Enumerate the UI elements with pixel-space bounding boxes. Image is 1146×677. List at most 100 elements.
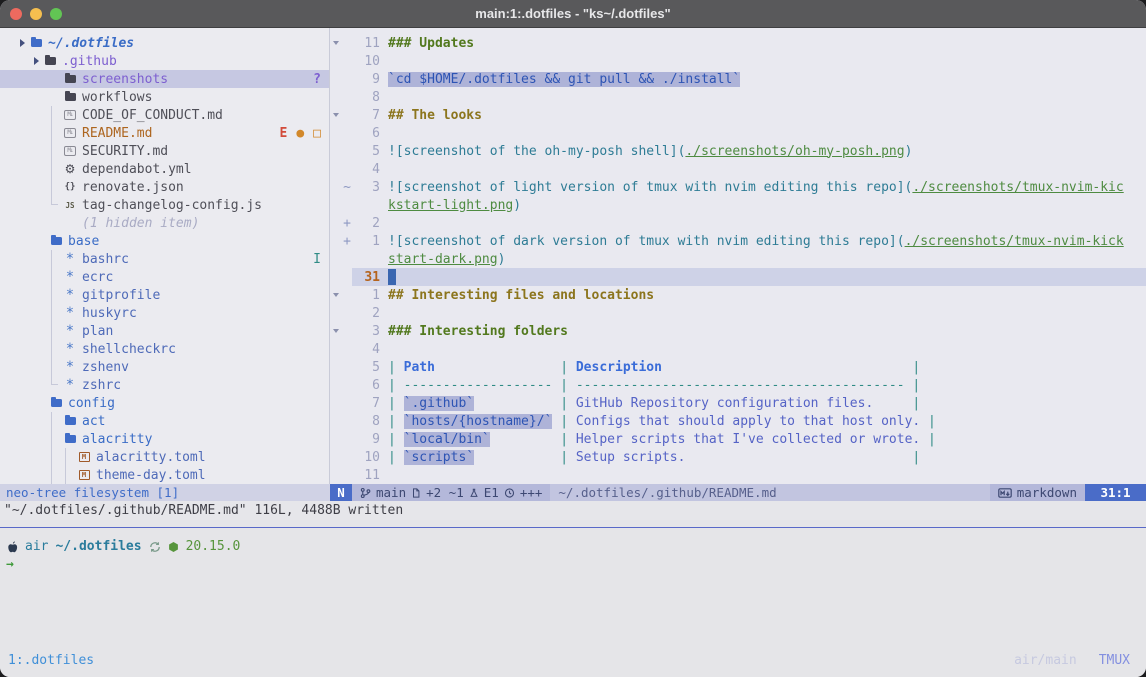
editor-line[interactable]: +2 (330, 214, 1146, 232)
tree-guide (51, 430, 52, 448)
fold-icon[interactable] (330, 293, 342, 297)
editor-line[interactable]: 1## Interesting files and locations (330, 286, 1146, 304)
tmux-badge: TMUX (1099, 653, 1130, 668)
tree-guide-corner (51, 376, 58, 385)
prompt-arrow: → (6, 557, 14, 572)
tree-item-1-hidden-item[interactable]: (1 hidden item) (0, 214, 329, 232)
editor-line[interactable]: 9`cd $HOME/.dotfiles && git pull && ./in… (330, 70, 1146, 88)
editor-line[interactable]: 11 (330, 466, 1146, 484)
editor-line[interactable]: 4 (330, 160, 1146, 178)
editor-line[interactable]: 8| `hosts/{hostname}/` | Configs that sh… (330, 412, 1146, 430)
editor-line[interactable]: 8 (330, 88, 1146, 106)
tree-item-label: .github (62, 54, 117, 69)
tree-item-base[interactable]: base (0, 232, 329, 250)
editor-line[interactable]: ~3![screenshot of light version of tmux … (330, 178, 1146, 196)
fold-icon[interactable] (330, 329, 342, 333)
line-number: 7 (352, 108, 380, 123)
tree-item-dotfiles[interactable]: ~/.dotfiles (0, 34, 329, 52)
tree-item-label: config (68, 396, 115, 411)
folder-icon (64, 75, 76, 83)
editor-pane[interactable]: 11### Updates 10 9`cd $HOME/.dotfiles &&… (330, 28, 1146, 484)
tree-item-config[interactable]: config (0, 394, 329, 412)
tree-item-screenshots[interactable]: screenshots? (0, 70, 329, 88)
git-sign (342, 144, 352, 159)
code-segment: | (490, 432, 576, 447)
git-sign (342, 108, 352, 123)
tree-item-label: (1 hidden item) (82, 216, 199, 231)
tmux-window-tab[interactable]: 1:.dotfiles (8, 653, 94, 668)
fold-icon[interactable] (330, 113, 342, 117)
editor-line[interactable]: 10 (330, 52, 1146, 70)
tree-item-github[interactable]: .github (0, 52, 329, 70)
tree-item-alacritty[interactable]: alacritty (0, 430, 329, 448)
git-sign: ~ (342, 180, 352, 195)
editor-line[interactable]: 6| ------------------- | ---------------… (330, 376, 1146, 394)
line-number: 4 (352, 342, 380, 357)
expander-icon[interactable] (20, 39, 30, 47)
editor-line[interactable]: start-dark.png) (330, 250, 1146, 268)
status-badges: I (313, 252, 321, 267)
tree-item-gitprofile[interactable]: *gitprofile (0, 286, 329, 304)
editor-line[interactable]: +1![screenshot of dark version of tmux w… (330, 232, 1146, 250)
statusline-git-section: main+2 ~1E1+++ (352, 484, 550, 501)
git-sign (342, 306, 352, 321)
line-number: 31 (352, 270, 380, 285)
editor-line[interactable]: 10| `scripts` | Setup scripts. | (330, 448, 1146, 466)
tree-item-alacritty-toml[interactable]: Malacritty.toml (0, 448, 329, 466)
expander-icon[interactable] (34, 57, 44, 65)
md-icon: M↓ (64, 110, 76, 120)
editor-line[interactable]: kstart-light.png) (330, 196, 1146, 214)
gear-icon: ⚙ (64, 162, 76, 176)
editor-line[interactable]: 2 (330, 304, 1146, 322)
tree-guide (51, 304, 52, 322)
tree-item-act[interactable]: act (0, 412, 329, 430)
editor-line[interactable]: 3### Interesting folders (330, 322, 1146, 340)
git-sign (342, 378, 352, 393)
braces-icon: {} (64, 182, 76, 192)
tree-item-plan[interactable]: *plan (0, 322, 329, 340)
line-number: 8 (352, 414, 380, 429)
tree-item-bashrc[interactable]: *bashrcI (0, 250, 329, 268)
tree-item-huskyrc[interactable]: *huskyrc (0, 304, 329, 322)
tree-item-shellcheckrc[interactable]: *shellcheckrc (0, 340, 329, 358)
tree-item-code-of-conduct-md[interactable]: M↓CODE_OF_CONDUCT.md (0, 106, 329, 124)
git-sign (342, 90, 352, 105)
editor-line[interactable]: 31 (330, 268, 1146, 286)
editor-line[interactable]: 11### Updates (330, 34, 1146, 52)
tree-item-dependabot-yml[interactable]: ⚙dependabot.yml (0, 160, 329, 178)
editor-line[interactable]: 4 (330, 340, 1146, 358)
git-branch-icon (360, 487, 371, 499)
js-icon: JS (64, 201, 76, 210)
shell-prompt: air ~/.dotfiles 20.15.0 (6, 539, 240, 554)
code-segment: ![screenshot of dark version of tmux wit… (388, 234, 905, 249)
git-sign (342, 36, 352, 51)
editor-line[interactable]: 6 (330, 124, 1146, 142)
shell-pane[interactable]: air ~/.dotfiles 20.15.0 → 1:.dotfiles ai… (0, 520, 1146, 677)
editor-line[interactable]: 7| `.github` | GitHub Repository configu… (330, 394, 1146, 412)
code-segment: | (388, 396, 404, 411)
cursor-position: 31:1 (1085, 484, 1146, 501)
code-segment: | (474, 396, 576, 411)
star-icon: * (64, 308, 76, 318)
tree-item-zshrc[interactable]: *zshrc (0, 376, 329, 394)
editor-line[interactable]: 7## The looks (330, 106, 1146, 124)
editor-line[interactable]: 9| `local/bin` | Helper scripts that I'v… (330, 430, 1146, 448)
editor-line[interactable]: 5| Path | Description | (330, 358, 1146, 376)
tree-item-workflows[interactable]: workflows (0, 88, 329, 106)
code-segment: | ------------------- | ----------------… (388, 378, 920, 393)
tree-item-ecrc[interactable]: *ecrc (0, 268, 329, 286)
filetype-label: markdown (1017, 485, 1077, 500)
tree-item-security-md[interactable]: M↓SECURITY.md (0, 142, 329, 160)
tree-item-readme-md[interactable]: M↓README.mdE●□ (0, 124, 329, 142)
tree-item-zshenv[interactable]: *zshenv (0, 358, 329, 376)
mode-indicator: N (330, 484, 352, 501)
tree-item-theme-day-toml[interactable]: Mtheme-day.toml (0, 466, 329, 484)
statusline-filename: ~/.dotfiles/.github/README.md (550, 484, 989, 501)
tree-item-renovate-json[interactable]: {}renovate.json (0, 178, 329, 196)
star-icon: * (64, 362, 76, 372)
editor-line[interactable]: 5![screenshot of the oh-my-posh shell](.… (330, 142, 1146, 160)
tree-item-tag-changelog-config-js[interactable]: JStag-changelog-config.js (0, 196, 329, 214)
diff-file-icon (411, 487, 421, 499)
fold-icon[interactable] (330, 41, 342, 45)
git-sign: + (342, 216, 352, 231)
